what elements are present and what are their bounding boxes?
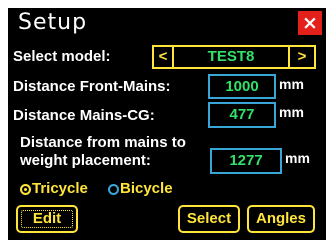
- model-next-button[interactable]: >: [288, 45, 316, 69]
- radio-tricycle-label: Tricycle: [32, 180, 88, 197]
- mains-cg-label: Distance Mains-CG:: [13, 107, 155, 124]
- front-mains-unit: mm: [279, 76, 304, 92]
- mains-cg-value: 477: [229, 106, 255, 123]
- mains-cg-unit: mm: [279, 104, 304, 120]
- radio-selected-icon: [20, 184, 31, 195]
- front-mains-field[interactable]: 1000: [208, 74, 276, 99]
- front-mains-label: Distance Front-Mains:: [13, 78, 171, 95]
- close-icon[interactable]: ×: [298, 11, 322, 35]
- weight-unit: mm: [285, 150, 310, 166]
- model-value-display: TEST8: [174, 45, 288, 69]
- model-prev-button[interactable]: <: [152, 45, 174, 69]
- mains-cg-field[interactable]: 477: [208, 102, 276, 128]
- model-value: TEST8: [207, 48, 255, 65]
- weight-label-line2: weight placement:: [20, 152, 151, 169]
- weight-field[interactable]: 1277: [210, 148, 282, 174]
- focus-indicator: [21, 210, 73, 228]
- front-mains-value: 1000: [225, 78, 259, 95]
- radio-unselected-icon: [108, 184, 119, 195]
- edit-button[interactable]: Edit: [16, 205, 78, 233]
- setup-screen: Setup × Select model: < TEST8 > Distance…: [8, 8, 326, 240]
- page-title: Setup: [18, 10, 88, 35]
- weight-value: 1277: [229, 152, 263, 169]
- weight-label-line1: Distance from mains to: [20, 134, 186, 151]
- radio-bicycle-label: Bicycle: [120, 180, 173, 197]
- select-button[interactable]: Select: [178, 205, 240, 233]
- angles-button[interactable]: Angles: [247, 205, 315, 233]
- select-model-label: Select model:: [13, 48, 111, 65]
